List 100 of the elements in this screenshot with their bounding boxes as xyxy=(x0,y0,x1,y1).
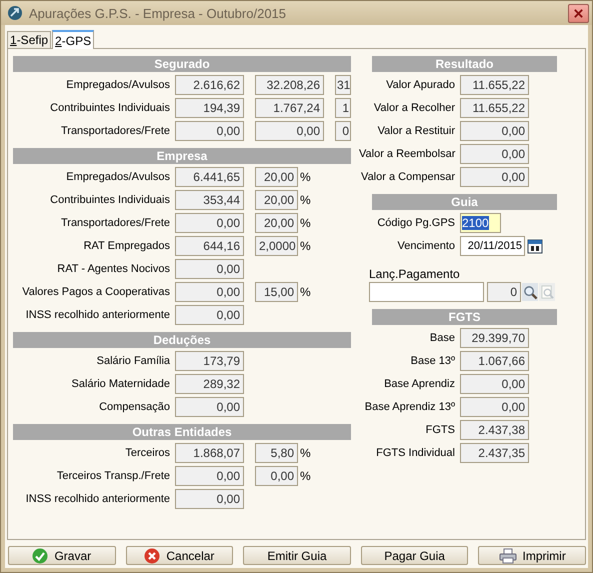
field-label: Valor a Compensar xyxy=(360,171,455,183)
printer-icon xyxy=(498,548,516,564)
action-button[interactable]: Imprimir xyxy=(478,546,586,565)
value-field[interactable]: 1.767,24 xyxy=(255,98,324,118)
field-label: INSS recolhido anteriormente xyxy=(24,309,170,321)
percent-sign: % xyxy=(300,216,311,230)
field-label: Empregados/Avulsos xyxy=(65,171,170,183)
code-field[interactable]: 2100 xyxy=(460,213,501,233)
percent-sign: % xyxy=(300,446,311,460)
value-field[interactable]: 0,00 xyxy=(175,305,244,325)
action-button[interactable]: Pagar Guia xyxy=(360,546,468,565)
action-button[interactable]: Emitir Guia xyxy=(243,546,351,565)
close-icon xyxy=(573,8,584,18)
value-field[interactable]: 0 xyxy=(335,121,351,141)
percent-sign: % xyxy=(300,193,311,207)
value-field[interactable]: 32.208,26 xyxy=(255,75,324,95)
field-label: Base Aprendiz xyxy=(383,378,455,390)
field-label: Código Pg.GPS xyxy=(376,217,455,229)
field-label: Contribuintes Individuais xyxy=(49,102,170,114)
value-field[interactable]: 15,00 xyxy=(255,282,298,302)
field-label: Valor a Restituir xyxy=(376,125,455,137)
field-label: Salário Maternidade xyxy=(70,378,170,390)
app-icon xyxy=(7,5,23,21)
value-field[interactable]: 353,44 xyxy=(175,190,244,210)
field-label: INSS recolhido anteriormente xyxy=(24,493,170,505)
value-field[interactable]: 2,0000 xyxy=(255,236,298,256)
value-field[interactable]: 2.437,38 xyxy=(460,420,529,440)
value-field[interactable]: 0,00 xyxy=(255,466,298,486)
section-header: FGTS xyxy=(372,309,557,325)
percent-sign: % xyxy=(300,285,311,299)
percent-sign: % xyxy=(300,170,311,184)
section-header: Resultado xyxy=(372,56,557,72)
value-field[interactable]: 2.437,35 xyxy=(460,443,529,463)
field-label: FGTS xyxy=(424,424,455,436)
field-label: Valor Apurado xyxy=(385,79,455,91)
value-field[interactable]: 0,00 xyxy=(460,167,529,187)
value-field[interactable]: 2.616,62 xyxy=(175,75,244,95)
value-field[interactable]: 11.655,22 xyxy=(460,75,529,95)
value-field[interactable]: 1.868,07 xyxy=(175,443,244,463)
field-label: Transportadores/Frete xyxy=(60,125,170,137)
value-field[interactable]: 5,80 xyxy=(255,443,298,463)
cancel-icon xyxy=(144,548,160,564)
field-label: Salário Família xyxy=(96,355,170,367)
value-field[interactable]: 0,00 xyxy=(175,282,244,302)
text-input[interactable] xyxy=(369,282,484,302)
field-label: Base Aprendiz 13º xyxy=(364,401,455,413)
value-field[interactable]: 644,16 xyxy=(175,236,244,256)
number-field[interactable]: 0 xyxy=(487,282,521,302)
value-field[interactable]: 0,00 xyxy=(460,397,529,417)
field-label: Empregados/Avulsos xyxy=(65,79,170,91)
close-button[interactable] xyxy=(568,4,589,22)
value-field[interactable]: 31 xyxy=(335,75,351,95)
field-label: Base 13º xyxy=(410,355,455,367)
value-field[interactable]: 0,00 xyxy=(460,374,529,394)
field-label: RAT - Agentes Nocivos xyxy=(56,263,170,275)
value-field[interactable]: 11.655,22 xyxy=(460,98,529,118)
calendar-icon[interactable] xyxy=(527,238,543,254)
value-field[interactable]: 0,00 xyxy=(175,259,244,279)
action-button[interactable]: Cancelar xyxy=(126,546,234,565)
field-label: Base xyxy=(428,332,455,344)
search-button[interactable] xyxy=(522,283,538,301)
window-title: Apurações G.P.S. - Empresa - Outubro/2015 xyxy=(29,6,288,20)
search-icon xyxy=(522,284,538,300)
value-field[interactable]: 289,32 xyxy=(175,374,244,394)
tab[interactable]: 2-GPS xyxy=(52,30,94,49)
value-field[interactable]: 0,00 xyxy=(175,121,244,141)
value-field[interactable]: 0,00 xyxy=(460,144,529,164)
field-label: Contribuintes Individuais xyxy=(49,194,170,206)
value-field[interactable]: 173,79 xyxy=(175,351,244,371)
field-label: Terceiros xyxy=(124,447,170,459)
value-field[interactable]: 0,00 xyxy=(460,121,529,141)
section-header: Guia xyxy=(372,194,557,210)
value-field[interactable]: 1 xyxy=(335,98,351,118)
field-label: Compensação xyxy=(98,401,170,413)
percent-sign: % xyxy=(300,469,311,483)
section-header: Outras Entidades xyxy=(13,424,351,440)
action-button[interactable]: Gravar xyxy=(8,546,116,565)
section-header: Segurado xyxy=(13,56,351,72)
value-field[interactable]: 194,39 xyxy=(175,98,244,118)
value-field[interactable]: 6.441,65 xyxy=(175,167,244,187)
tab[interactable]: 1-Sefip xyxy=(7,31,52,48)
field-label: Vencimento xyxy=(396,240,455,252)
check-icon xyxy=(32,548,48,564)
field-label: RAT Empregados xyxy=(82,240,170,252)
value-field[interactable]: 0,00 xyxy=(255,121,324,141)
value-field[interactable]: 29.399,70 xyxy=(460,328,529,348)
value-field[interactable]: 0,00 xyxy=(175,466,244,486)
value-field[interactable]: 1.067,66 xyxy=(460,351,529,371)
value-field[interactable]: 20,00 xyxy=(255,190,298,210)
value-field[interactable]: 0,00 xyxy=(175,213,244,233)
field-label: Transportadores/Frete xyxy=(60,217,170,229)
field-label: Valor a Recolher xyxy=(372,102,455,114)
value-field[interactable]: 0,00 xyxy=(175,489,244,509)
value-field[interactable]: 20,00 xyxy=(255,167,298,187)
value-field[interactable]: 0,00 xyxy=(175,397,244,417)
field-label: Terceiros Transp./Frete xyxy=(56,470,170,482)
field-label: FGTS Individual xyxy=(375,447,455,459)
date-field[interactable]: 20/11/2015 xyxy=(460,236,525,256)
percent-sign: % xyxy=(300,239,311,253)
value-field[interactable]: 20,00 xyxy=(255,213,298,233)
